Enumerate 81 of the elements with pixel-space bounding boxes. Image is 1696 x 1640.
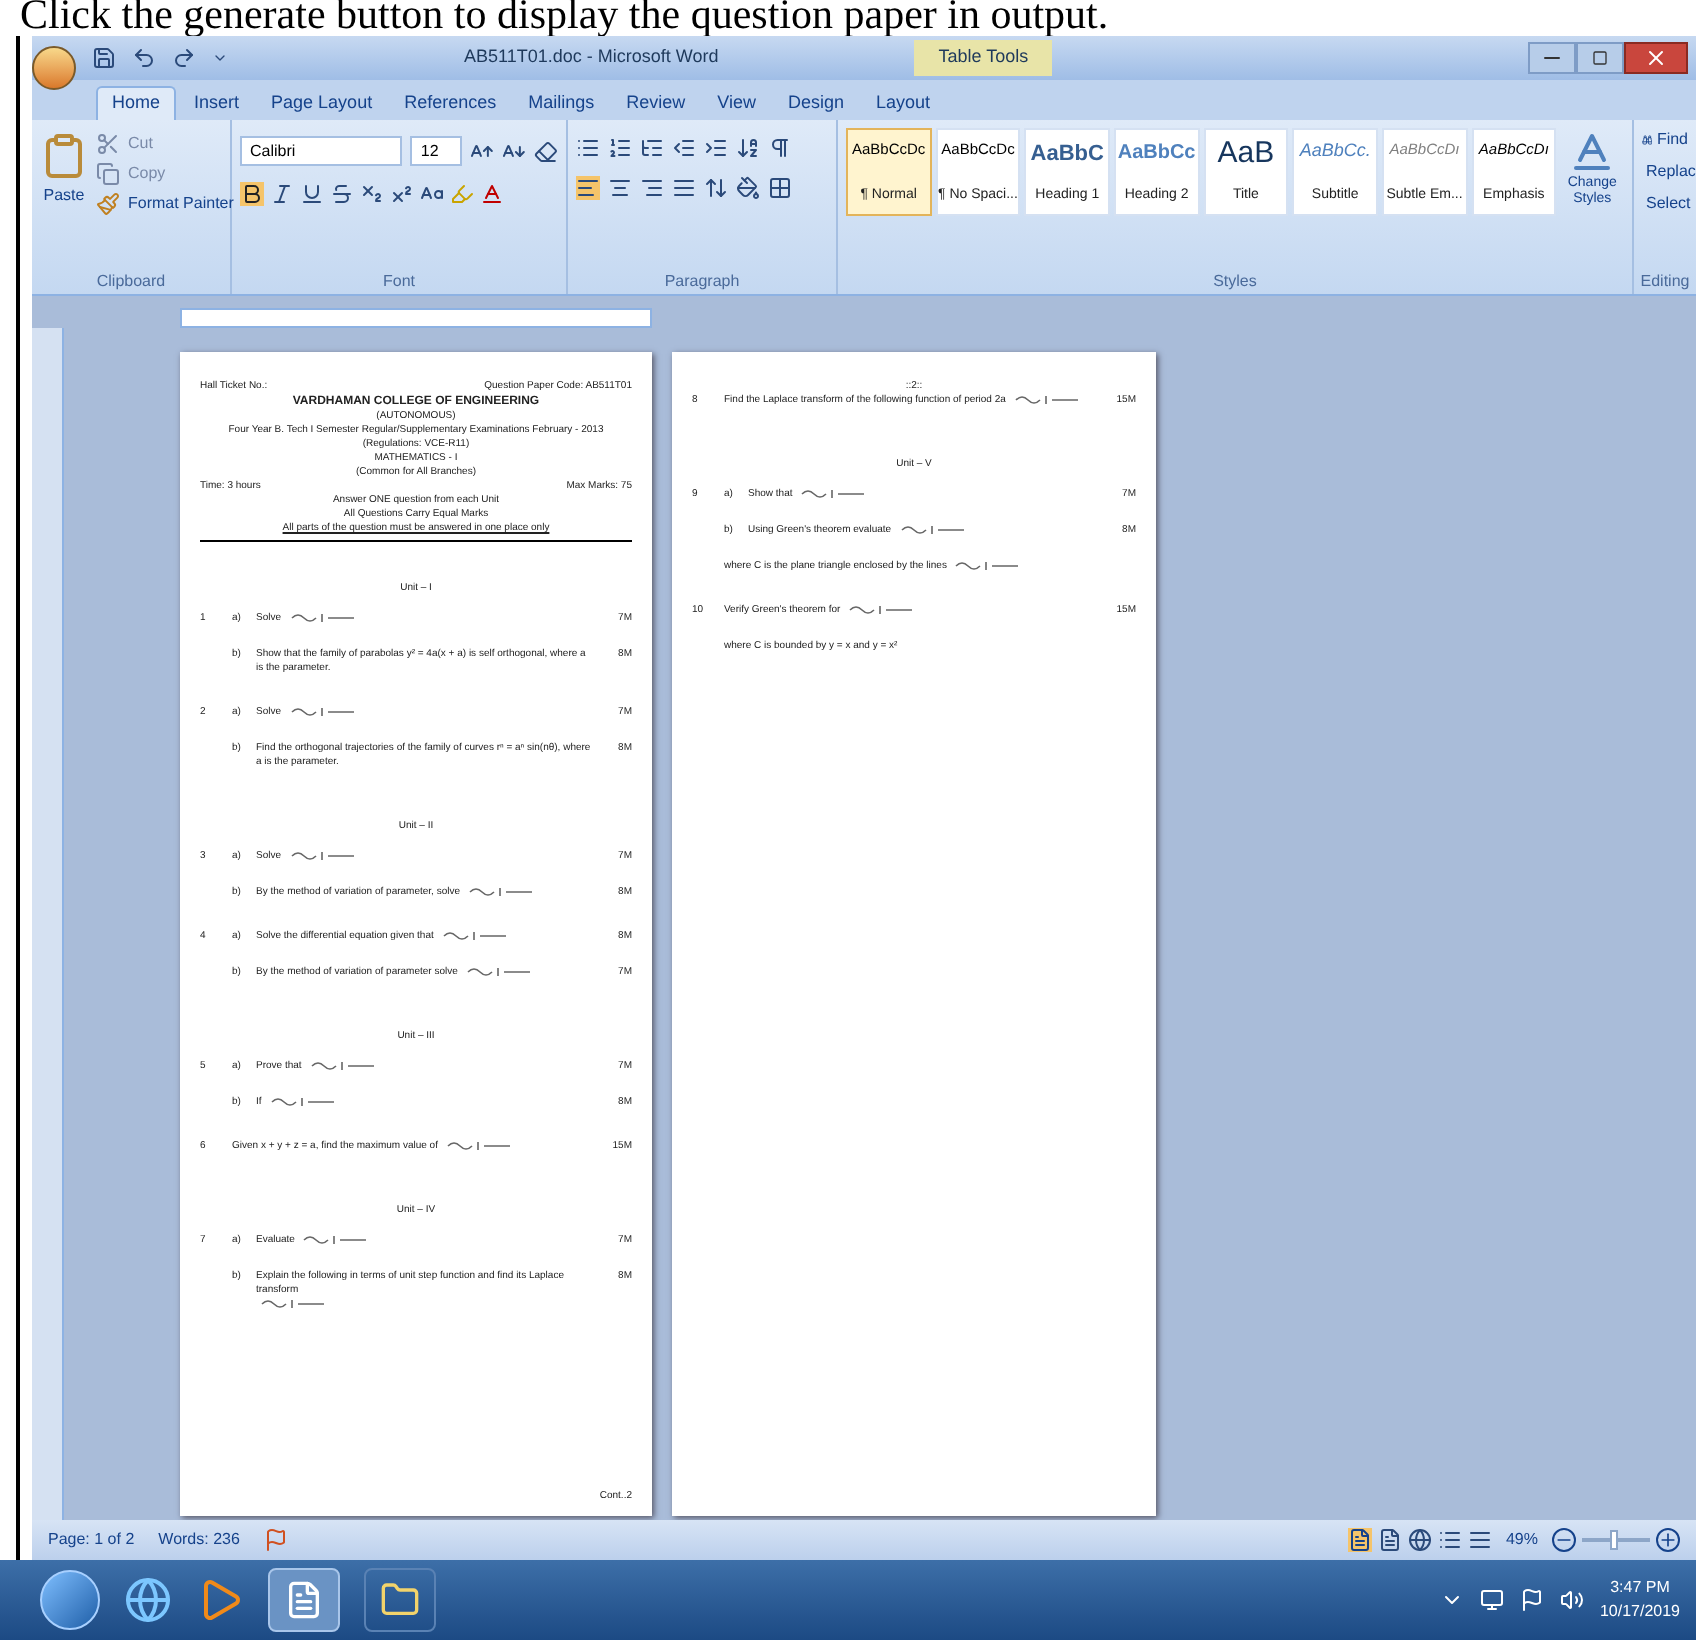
save-icon[interactable] xyxy=(92,46,116,70)
ribbon-tab[interactable]: Review xyxy=(612,86,700,120)
align-left-icon[interactable] xyxy=(576,176,600,200)
decrease-indent-icon[interactable] xyxy=(672,136,696,160)
ribbon-tab[interactable]: Layout xyxy=(862,86,945,120)
ribbon-tab[interactable]: Insert xyxy=(180,86,254,120)
underline-icon[interactable] xyxy=(300,182,324,206)
draft-view-icon[interactable] xyxy=(1467,1528,1492,1552)
close-button[interactable] xyxy=(1624,42,1688,74)
subscript-icon[interactable] xyxy=(360,182,384,206)
zoom-level[interactable]: 49% xyxy=(1505,1528,1538,1552)
zoom-out-icon[interactable] xyxy=(1552,1528,1576,1552)
word-taskbar-button[interactable] xyxy=(268,1568,340,1632)
bold-icon[interactable] xyxy=(240,182,264,206)
print-layout-icon[interactable] xyxy=(1347,1528,1372,1552)
line-spacing-icon[interactable] xyxy=(704,176,728,200)
ribbon-tab[interactable]: Page Layout xyxy=(257,86,387,120)
numbering-icon[interactable] xyxy=(608,136,632,160)
strikethrough-icon[interactable] xyxy=(330,182,354,206)
paintbrush-icon xyxy=(96,192,120,216)
select-button[interactable]: Select xyxy=(1642,192,1688,216)
format-painter-button[interactable]: Format Painter xyxy=(96,192,234,216)
proofing-icon[interactable] xyxy=(263,1528,288,1552)
page-count[interactable]: Page: 1 of 2 xyxy=(48,1528,135,1552)
undo-icon[interactable] xyxy=(132,46,156,70)
web-layout-icon[interactable] xyxy=(1407,1528,1432,1552)
close-icon xyxy=(1644,46,1668,70)
ribbon-tab[interactable]: Mailings xyxy=(514,86,609,120)
ribbon-tab[interactable]: Home xyxy=(96,86,177,120)
reading-view-icon[interactable] xyxy=(1377,1528,1402,1552)
minimize-button[interactable] xyxy=(1528,42,1576,74)
clock-time: 3:47 PM xyxy=(1610,1576,1670,1600)
ribbon-tab[interactable]: References xyxy=(390,86,511,120)
copy-icon xyxy=(96,162,120,186)
align-right-icon[interactable] xyxy=(640,176,664,200)
folder-taskbar-button[interactable] xyxy=(364,1568,436,1632)
group-label: Editing xyxy=(1638,274,1692,294)
shading-icon[interactable] xyxy=(736,176,760,200)
group-label: Font xyxy=(380,274,417,294)
clear-format-icon[interactable] xyxy=(534,139,559,163)
group-label: Styles xyxy=(1211,274,1259,294)
window-title: AB511T01.doc - Microsoft Word xyxy=(464,44,719,71)
ribbon-tab[interactable]: View xyxy=(703,86,770,120)
paste-button[interactable]: Paste xyxy=(40,128,88,266)
word-count[interactable]: Words: 236 xyxy=(158,1528,240,1552)
clock-date: 10/17/2019 xyxy=(1599,1600,1680,1624)
find-button[interactable]: Find xyxy=(1642,128,1688,152)
align-center-icon[interactable] xyxy=(608,176,632,200)
increase-indent-icon[interactable] xyxy=(704,136,728,160)
office-button[interactable] xyxy=(32,46,76,90)
ribbon-tab[interactable]: Design xyxy=(774,86,859,120)
group-label: Paragraph xyxy=(662,274,742,294)
maximize-button[interactable] xyxy=(1576,42,1624,74)
document-icon xyxy=(284,1580,324,1620)
folder-icon xyxy=(380,1580,420,1620)
browser-icon[interactable] xyxy=(124,1576,172,1624)
clipboard-icon xyxy=(40,128,88,184)
grow-font-icon[interactable] xyxy=(470,139,495,163)
maximize-icon xyxy=(1592,50,1608,66)
action-center-icon[interactable] xyxy=(1519,1588,1544,1612)
network-icon[interactable] xyxy=(1479,1588,1504,1612)
group-label: Clipboard xyxy=(94,274,168,294)
borders-icon[interactable] xyxy=(768,176,792,200)
shrink-font-icon[interactable] xyxy=(502,139,527,163)
sort-icon[interactable] xyxy=(736,136,760,160)
start-button[interactable] xyxy=(40,1570,100,1630)
context-tab-label: Table Tools xyxy=(914,40,1053,76)
zoom-in-icon[interactable] xyxy=(1656,1528,1680,1552)
scissors-icon xyxy=(96,132,120,156)
font-name-field[interactable]: Calibri xyxy=(240,136,403,166)
show-marks-icon[interactable] xyxy=(768,136,792,160)
dropdown-icon[interactable] xyxy=(212,50,228,66)
italic-icon[interactable] xyxy=(270,182,294,206)
volume-icon[interactable] xyxy=(1559,1588,1584,1612)
justify-icon[interactable] xyxy=(672,176,696,200)
multilevel-list-icon[interactable] xyxy=(640,136,664,160)
superscript-icon[interactable] xyxy=(390,182,414,206)
redo-icon[interactable] xyxy=(172,46,196,70)
font-color-icon[interactable] xyxy=(480,182,504,206)
font-size-field[interactable]: 12 xyxy=(410,136,463,166)
zoom-slider-thumb[interactable] xyxy=(1609,1530,1617,1550)
